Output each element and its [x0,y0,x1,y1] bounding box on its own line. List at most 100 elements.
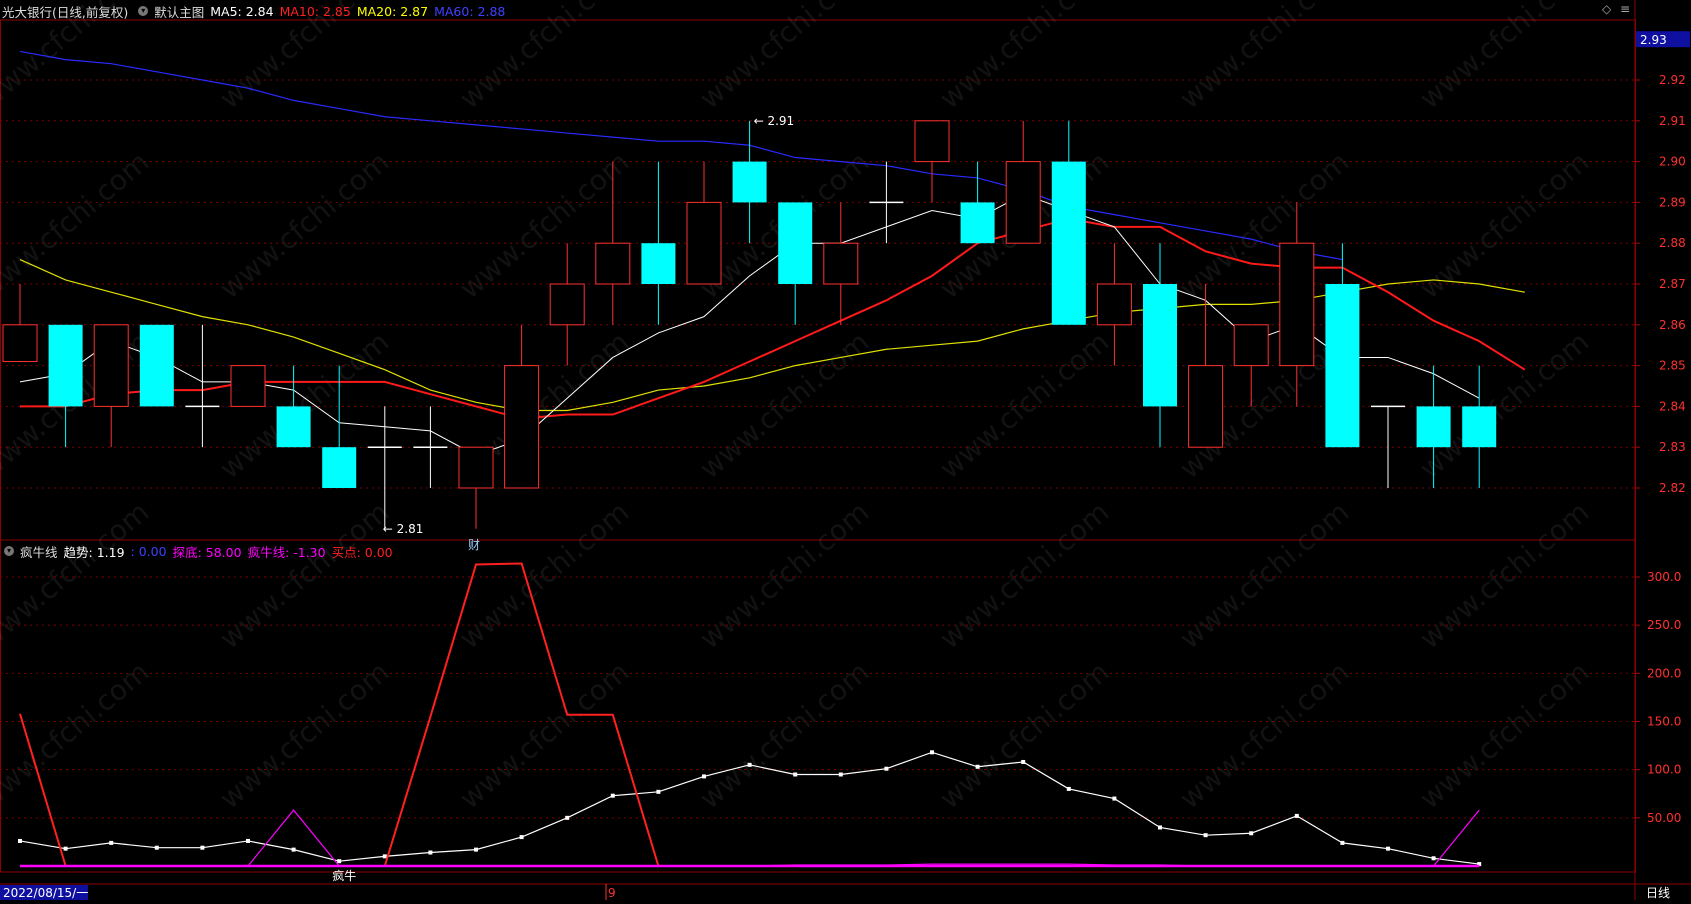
watermark: www.cfchi.com [453,495,635,655]
sub-tick-label: 150.0 [1647,715,1681,729]
price-tick-label: 2.91 [1659,114,1686,128]
trend-point [747,762,752,767]
trend-point [109,840,114,845]
current-price-label: 2.93 [1640,33,1667,47]
watermark: www.cfchi.com [1173,495,1355,655]
trend-point [246,838,250,843]
candle-body [276,406,311,448]
trend-point [975,764,980,769]
candle-body [2,324,38,363]
candle-body [1462,406,1497,448]
trend-point [702,774,706,779]
price-tick-label: 2.92 [1659,73,1686,87]
chart-canvas[interactable]: www.cfchi.com www.cfchi.com www.cfchi.com w… [0,0,1691,900]
candle-body [48,324,83,407]
trend-point [1340,840,1345,845]
candle-body [641,243,676,284]
watermark: www.cfchi.com [693,495,875,655]
watermark: www.cfchi.com [1173,0,1355,115]
trend-point [656,789,661,794]
sub-tick-label: 200.0 [1647,666,1681,680]
candle-body [823,242,859,285]
watermark: www.cfchi.com [1413,325,1595,485]
watermark: www.cfchi.com [1173,655,1355,815]
candle-body [1233,324,1269,367]
watermark: www.cfchi.com [453,655,635,815]
trend-point [474,847,478,852]
candle-body [595,242,631,285]
trend-point [200,845,205,850]
date-label: 2022/08/15/一 [3,886,88,900]
trend-point [884,766,889,771]
trend-point [1294,813,1299,818]
candle-body [960,202,995,244]
candle-body [230,365,266,407]
price-tick-label: 2.90 [1659,155,1686,169]
indicator-toggle-icon[interactable]: ▾ [138,6,149,16]
watermark: www.cfchi.com [933,325,1115,485]
menu-icon[interactable]: ≡ [1620,2,1630,16]
trend-point [154,845,159,850]
ma10-label: MA10: 2.85 [279,3,351,19]
trend-point [610,793,615,798]
chart-window: www.cfchi.com www.cfchi.com www.cfchi.com w… [0,0,1691,900]
price-tick-label: 2.84 [1659,399,1686,413]
stock-title: 光大银行(日线,前复权) [2,4,129,20]
indicator-name[interactable]: 默认主图 [154,2,204,21]
candle-body [1051,161,1086,325]
watermark: www.cfchi.com [933,495,1115,655]
blank-label: : 0.00 [130,543,167,559]
trend-point [428,850,433,855]
buy-label: 买点: 0.00 [331,544,393,560]
period-label: 日线 [1646,886,1670,900]
trend-point [1431,856,1436,861]
watermark: www.cfchi.com [933,655,1115,815]
sub-tick-label: 50.00 [1647,811,1681,825]
watermark: www.cfchi.com [0,495,155,655]
trend-label: 趋势: 1.19 [63,544,125,560]
candle-body [778,202,813,284]
candle-body [686,201,722,285]
trend-point [1066,786,1071,791]
low-annotation: ← 2.81 [383,522,424,536]
trend-point [838,772,843,777]
candle-body [322,447,357,488]
trend-point [1021,759,1026,764]
price-tick-label: 2.88 [1659,236,1686,250]
price-tick-label: 2.86 [1659,318,1686,332]
trend-point [1386,846,1390,851]
candle-body [1325,284,1360,448]
trend-point [1112,796,1117,801]
bull-label: 疯牛线: -1.30 [247,544,326,560]
watermark: www.cfchi.com [1413,0,1595,115]
ma60-line [19,50,1343,261]
price-tick-label: 2.85 [1659,359,1686,373]
sub-indicator-toggle-icon[interactable]: ▾ [4,546,14,556]
candle-body [504,365,540,489]
candle-body [458,446,494,489]
watermark: www.cfchi.com [213,145,395,305]
watermark: www.cfchi.com [1413,145,1595,305]
main-legend: 光大银行(日线,前复权) ▾ 默认主图 MA5: 2.84 MA10: 2.85… [0,0,511,22]
watermark: www.cfchi.com [213,495,395,655]
trend-point [382,854,387,859]
sub-tick-label: 100.0 [1647,763,1681,777]
sub-indicator-name[interactable]: 疯牛线 [20,542,58,561]
trend-point [930,750,934,755]
price-tick-label: 2.83 [1659,440,1686,454]
ma60-label: MA60: 2.88 [434,3,506,19]
ma20-label: MA20: 2.87 [356,3,429,19]
candle-body [732,161,767,203]
price-tick-label: 2.89 [1659,195,1686,209]
trend-point [565,815,570,820]
candle-body [139,324,174,407]
sub-tick-label: 300.0 [1647,570,1681,584]
candle-body [1005,161,1041,244]
probe-label: 探底: 58.00 [172,544,242,560]
cai-marker: 财 [468,538,480,552]
trend-point [793,772,798,777]
candle-body [914,120,950,163]
sub-legend: ▾ 疯牛线 趋势: 1.19 : 0.00 探底: 58.00 疯牛线: -1.… [0,540,399,562]
expand-icon[interactable]: ◇ [1602,2,1611,16]
trend-point [337,859,342,864]
